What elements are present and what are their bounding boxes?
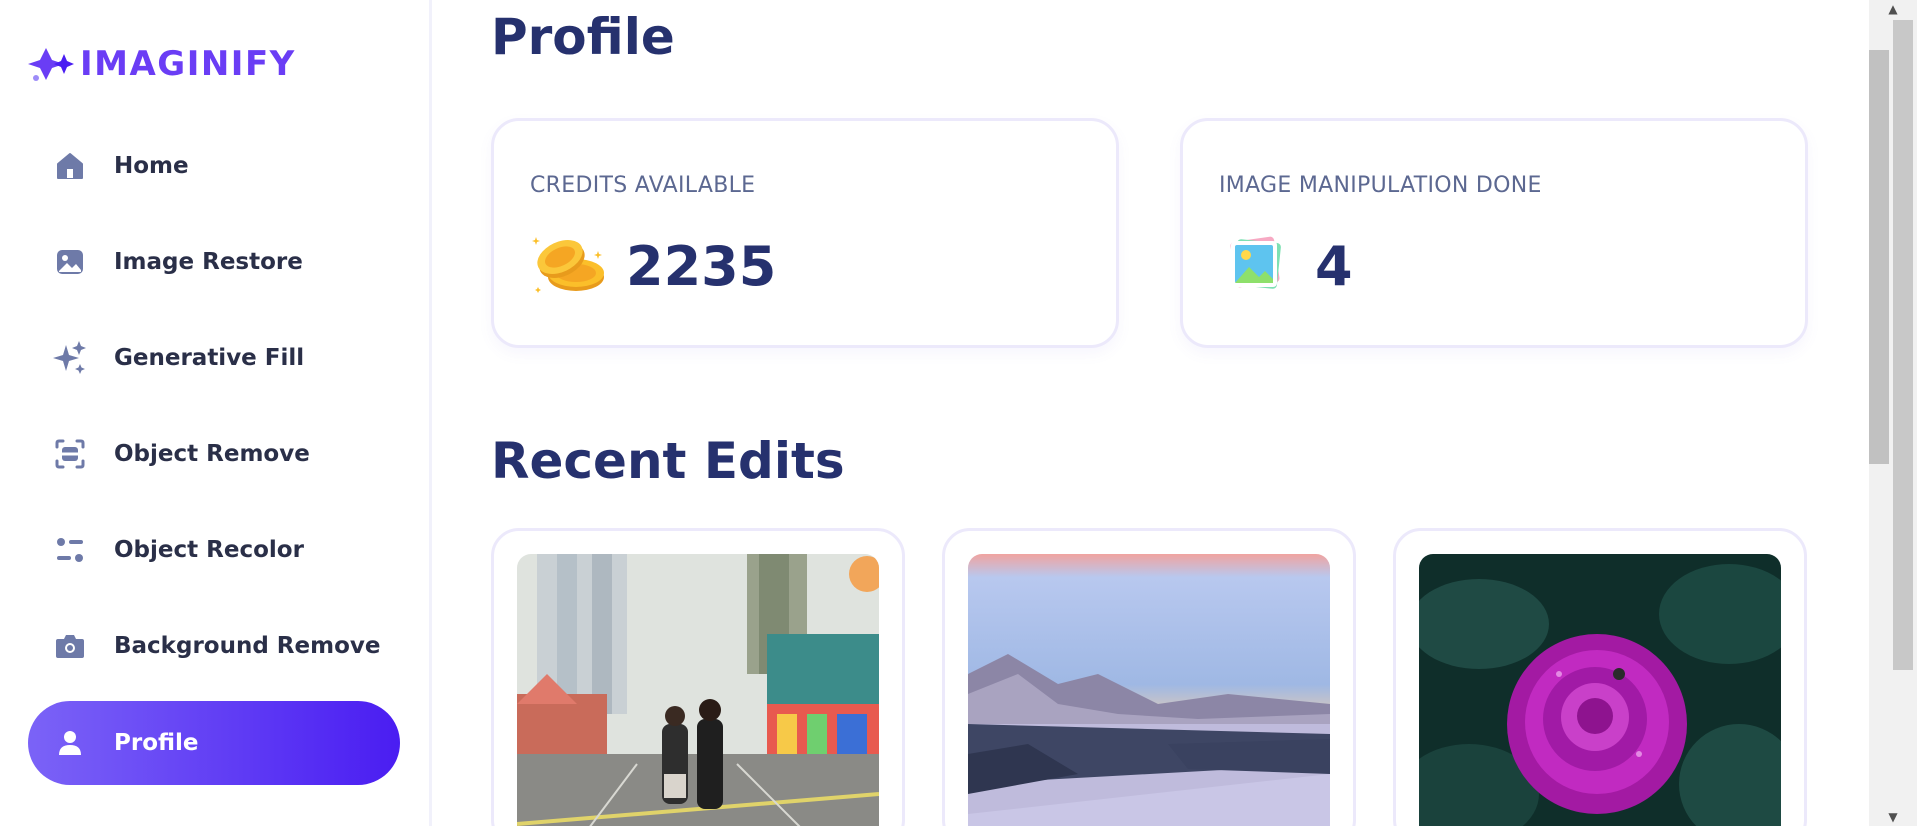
scrollbar-track-secondary (1893, 20, 1913, 670)
sparkles-icon (52, 340, 88, 376)
main-content: Profile CREDITS AVAILABLE 2235 IMAGE MAN… (435, 0, 1867, 826)
sidebar-item-home[interactable]: Home (28, 125, 400, 207)
sidebar-item-generative-fill[interactable]: Generative Fill (28, 317, 400, 399)
sidebar-item-label: Home (114, 153, 189, 179)
manipulations-title: IMAGE MANIPULATION DONE (1219, 173, 1542, 198)
credits-row: 2235 (530, 231, 776, 301)
sidebar-item-profile[interactable]: Profile (28, 701, 400, 785)
credits-title: CREDITS AVAILABLE (530, 173, 756, 198)
manipulations-row: 4 (1219, 231, 1353, 301)
sidebar-item-label: Image Restore (114, 249, 303, 275)
filter-icon (52, 532, 88, 568)
home-icon (52, 148, 88, 184)
recent-edit-card[interactable] (491, 528, 905, 826)
scan-icon (52, 436, 88, 472)
page-scrollbar[interactable]: ▲ ▼ (1869, 0, 1917, 826)
coins-icon (532, 237, 604, 293)
sidebar-item-label: Generative Fill (114, 345, 305, 371)
sidebar-item-object-remove[interactable]: Object Remove (28, 413, 400, 495)
sidebar-item-label: Object Remove (114, 441, 310, 467)
brand-name: IMAGINIFY (80, 44, 296, 84)
credits-card: CREDITS AVAILABLE 2235 (491, 118, 1119, 348)
user-icon (52, 725, 88, 761)
scrollbar-thumb[interactable] (1869, 50, 1889, 464)
page-title: Profile (491, 8, 675, 66)
sidebar-item-image-restore[interactable]: Image Restore (28, 221, 400, 303)
logo-sparkle-icon (28, 48, 74, 81)
recent-edit-card[interactable] (942, 528, 1356, 826)
recent-edits-heading: Recent Edits (491, 432, 845, 490)
snowy-mountain-photo[interactable] (968, 554, 1330, 826)
sidebar-nav: Home Image Restore Generative Fill Objec… (28, 125, 400, 799)
sidebar-item-label: Object Recolor (114, 537, 304, 563)
sidebar-item-label: Background Remove (114, 633, 381, 659)
image-icon (52, 244, 88, 280)
sidebar-item-object-recolor[interactable]: Object Recolor (28, 509, 400, 591)
manipulations-value: 4 (1315, 234, 1353, 298)
purple-rose-photo[interactable] (1419, 554, 1781, 826)
camera-icon (52, 628, 88, 664)
street-fair-photo[interactable] (517, 554, 879, 826)
recent-edit-card[interactable] (1393, 528, 1807, 826)
manipulations-card: IMAGE MANIPULATION DONE 4 (1180, 118, 1808, 348)
scroll-down-icon[interactable]: ▼ (1869, 808, 1917, 826)
scroll-up-icon[interactable]: ▲ (1869, 0, 1917, 18)
app-root: IMAGINIFY Home Image Restore Generative … (0, 0, 1917, 826)
credits-value: 2235 (626, 234, 777, 298)
brand-logo[interactable]: IMAGINIFY (28, 44, 296, 84)
sidebar: IMAGINIFY Home Image Restore Generative … (0, 0, 432, 826)
sidebar-item-background-remove[interactable]: Background Remove (28, 605, 400, 687)
sidebar-item-label: Profile (114, 730, 199, 756)
photo-icon (1230, 236, 1281, 289)
